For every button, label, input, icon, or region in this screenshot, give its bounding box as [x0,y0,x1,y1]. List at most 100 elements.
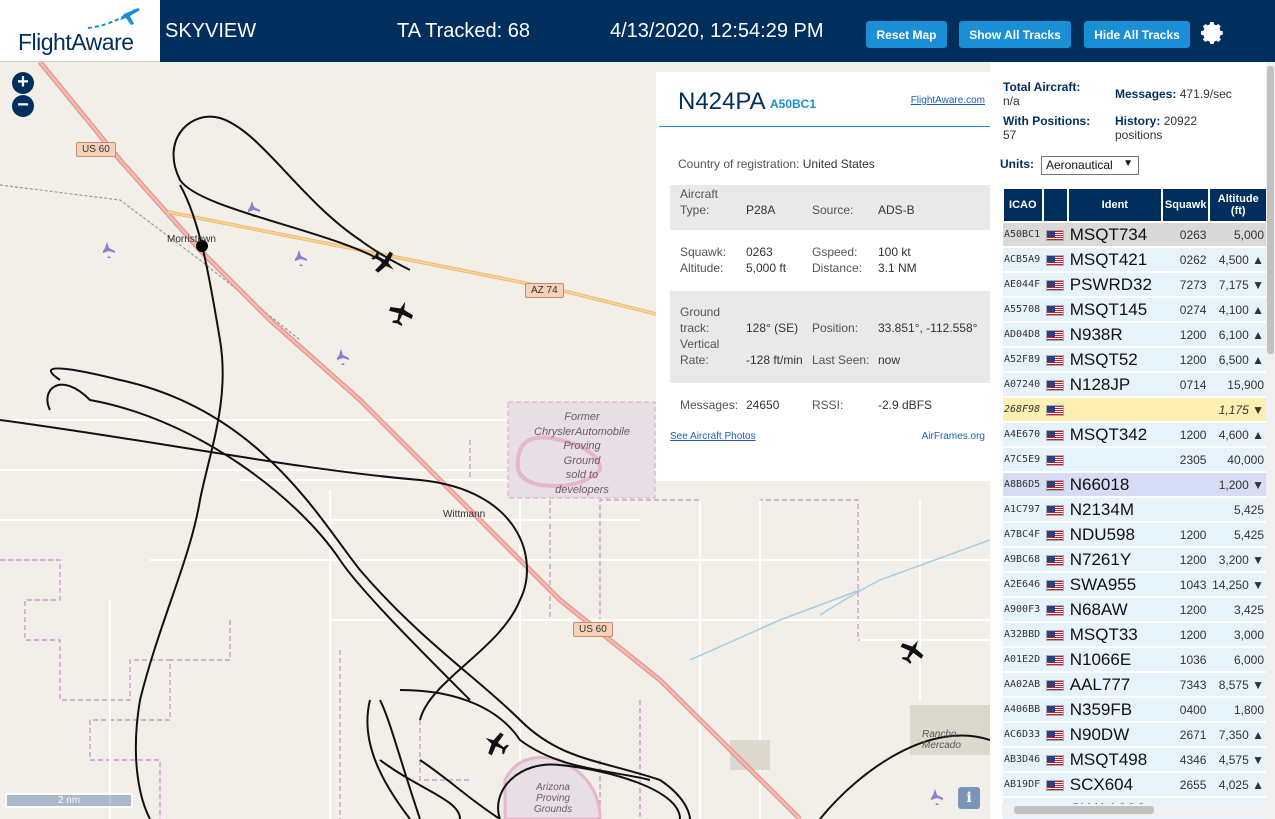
vrate-label-2: Rate: [680,353,709,367]
cell-squawk: 4346 [1161,747,1210,773]
flightaware-link[interactable]: FlightAware.com [911,95,985,106]
cell-altitude: 4,025 ▲ [1209,772,1267,798]
sidebar-horizontal-scrollbar[interactable] [1002,804,1266,817]
rssi-value: -2.9 dBFS [878,398,933,412]
units-select[interactable]: Aeronautical ▼ [1041,156,1139,175]
units-label: Units: [1000,157,1034,171]
col-flag[interactable] [1041,187,1069,223]
label-line: ChryslerAutomobile [534,425,630,438]
cell-ident: MSQT52 [1067,347,1162,373]
altitude-value: 4,575 [1218,752,1249,767]
units-value: Aeronautical [1046,158,1113,172]
divider [659,126,990,127]
table-row[interactable]: A2E646 SWA955 1043 14,250 ▼ [1003,572,1267,598]
zoom-in-button[interactable]: + [12,72,34,94]
us-flag-icon [1045,654,1064,666]
cell-squawk: 7343 [1161,672,1210,698]
table-row[interactable]: A406BB N359FB 0400 1,800 [1003,697,1267,723]
us-flag-icon [1045,454,1064,466]
altitude-value: 5,425 [1233,527,1264,542]
table-row[interactable]: A07240 N128JP 0714 15,900 [1003,372,1267,398]
track-value: 128° (SE) [746,321,799,335]
cell-altitude: 6,100 ▲ [1209,322,1267,348]
aircraft-sidebar: Total Aircraft: n/a Messages: 471.9/sec … [990,62,1275,819]
label-morristown: Morristown [167,234,216,245]
table-row[interactable]: 268F98 1,175 ▼ [1003,397,1267,423]
cell-ident: N1066E [1067,647,1162,673]
table-row[interactable]: A9BC68 N7261Y 1200 3,200 ▼ [1003,547,1267,573]
cell-squawk: 0263 [1161,222,1210,248]
us-flag-icon [1045,779,1064,791]
table-row[interactable]: AC6D33 N90DW 2671 7,350 ▲ [1003,722,1267,748]
cell-squawk: 2305 [1161,447,1210,473]
col-squawk[interactable]: Squawk [1160,187,1211,223]
history-unit: positions [1115,128,1163,142]
cell-ident [1067,447,1162,473]
table-row[interactable]: A01E2D N1066E 1036 6,000 [1003,647,1267,673]
altitude-value: 6,000 [1233,652,1264,667]
label-line: Proving [563,440,601,452]
cell-icao: A32BBD [1003,622,1043,648]
zoom-out-button[interactable]: − [12,95,34,117]
gear-icon[interactable] [1200,20,1226,46]
type-label-2: Type: [680,203,710,217]
hide-all-tracks-button[interactable]: Hide All Tracks [1084,21,1190,48]
table-row[interactable]: A50BC1 MSQT734 0263 5,000 [1003,222,1267,248]
table-row[interactable]: ACB5A9 MSQT421 0262 4,500 ▲ [1003,247,1267,273]
aircraft-table: ICAO Ident Squawk Altitude (ft) A50BC1 MS… [1002,187,1268,819]
cell-icao: AE044F [1003,272,1043,298]
col-icao[interactable]: ICAO [1002,187,1044,223]
map-info-button[interactable]: i [958,787,980,809]
table-row[interactable]: A1C797 N2134M 5,425 [1003,497,1267,523]
altitude-value: 15,900 [1227,377,1264,392]
table-row[interactable]: A52F89 MSQT52 1200 6,500 ▲ [1003,347,1267,373]
messages-value: 471.9/sec [1179,87,1232,101]
country-value: United States [802,157,875,171]
table-row[interactable]: A55708 MSQT145 0274 4,100 ▲ [1003,297,1267,323]
lastseen-label: Last Seen: [812,353,870,367]
flightaware-logo[interactable]: FlightAware [0,0,160,62]
cell-flag [1042,547,1068,573]
table-row[interactable]: A7BC4F NDU598 1200 5,425 [1003,522,1267,548]
table-row[interactable]: A8B6D5 N66018 1,200 ▼ [1003,472,1267,498]
airframes-link[interactable]: AirFrames.org [922,431,985,442]
cell-squawk: 1200 [1161,547,1210,573]
total-aircraft-value: n/a [1003,94,1020,108]
tracked-count: TA Tracked: 68 [397,20,531,42]
table-row[interactable]: A32BBD MSQT33 1200 3,000 [1003,622,1267,648]
show-all-tracks-button[interactable]: Show All Tracks [959,21,1071,48]
table-row[interactable]: A4E670 MSQT342 1200 4,600 ▲ [1003,422,1267,448]
cell-flag [1042,522,1068,548]
scroll-thumb[interactable] [1267,66,1274,354]
altitude-trend: ▼ [1252,402,1264,417]
table-header-row: ICAO Ident Squawk Altitude (ft) [1002,187,1268,223]
position-label: Position: [812,321,859,335]
source-value: ADS-B [878,203,915,217]
cell-icao: AC6D33 [1003,722,1043,748]
reset-map-button[interactable]: Reset Map [866,21,947,48]
cell-icao: A8B6D5 [1003,472,1043,498]
altitude-value: 1,175 [1218,402,1249,417]
messages-label: Messages: [1115,87,1177,101]
label-line: Arizona [536,782,570,793]
logo-plane-icon [87,8,140,29]
hscroll-thumb[interactable] [1014,806,1154,814]
label-line: Former [564,411,600,423]
cell-ident: MSQT421 [1067,247,1162,273]
cell-altitude: 6,500 ▲ [1209,347,1267,373]
cell-icao: A900F3 [1003,597,1043,623]
cell-altitude: 3,000 [1209,622,1267,648]
table-row[interactable]: AD04D8 N938R 1200 6,100 ▲ [1003,322,1267,348]
table-row[interactable]: AB19DF SCX604 2655 4,025 ▲ [1003,772,1267,798]
table-row[interactable]: A900F3 N68AW 1200 3,425 [1003,597,1267,623]
table-row[interactable]: AA02AB AAL777 7343 8,575 ▼ [1003,672,1267,698]
table-row[interactable]: AB3D46 MSQT498 4346 4,575 ▼ [1003,747,1267,773]
col-ident[interactable]: Ident [1066,187,1163,223]
table-row[interactable]: A7C5E9 2305 40,000 [1003,447,1267,473]
sidebar-vertical-scrollbar[interactable] [1266,62,1275,819]
source-label: Source: [812,203,854,217]
table-row[interactable]: AE044F PSWRD32 7273 7,175 ▼ [1003,272,1267,298]
col-altitude[interactable]: Altitude (ft) [1208,187,1268,223]
see-aircraft-photos-link[interactable]: See Aircraft Photos [670,431,756,442]
cell-flag [1042,722,1068,748]
